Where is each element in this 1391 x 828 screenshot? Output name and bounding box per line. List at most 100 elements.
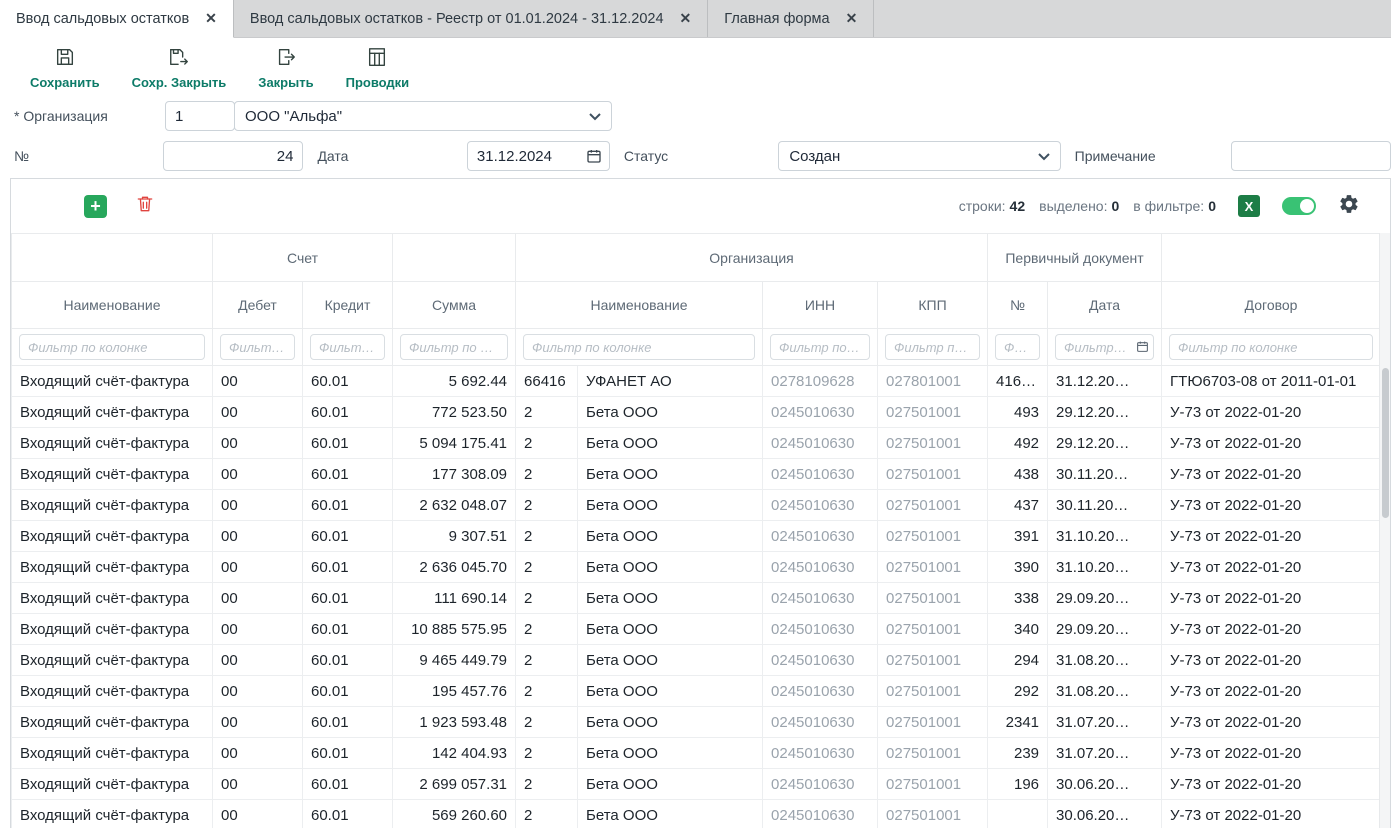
cell-kpp: 027501001	[878, 552, 988, 583]
table-row[interactable]: Входящий счёт-фактура 00 60.01 5 692.44 …	[12, 366, 1380, 397]
tab-close-icon[interactable]: ✕	[846, 10, 858, 27]
plus-icon: +	[90, 197, 101, 215]
cell-credit: 60.01	[303, 738, 393, 769]
calendar-icon[interactable]	[1136, 340, 1149, 358]
cell-inn: 0245010630	[763, 738, 878, 769]
cell-amount: 569 260.60	[393, 800, 516, 828]
cell-doc-number: 438	[988, 459, 1048, 490]
tab-close-icon[interactable]: ✕	[680, 10, 692, 27]
cell-debit: 00	[213, 738, 303, 769]
cell-org-code: 2	[516, 707, 578, 738]
organization-label: * Организация	[0, 108, 165, 124]
close-button[interactable]: Закрыть	[258, 46, 313, 90]
cell-name: Входящий счёт-фактура	[12, 707, 213, 738]
filter-input-credit[interactable]	[310, 334, 385, 360]
cell-name: Входящий счёт-фактура	[12, 366, 213, 397]
selected-count: выделено:0	[1039, 198, 1119, 214]
cell-debit: 00	[213, 490, 303, 521]
cell-credit: 60.01	[303, 459, 393, 490]
table-row[interactable]: Входящий счёт-фактура 00 60.01 2 699 057…	[12, 769, 1380, 800]
number-input[interactable]	[163, 141, 303, 171]
filter-input-name[interactable]	[19, 334, 205, 360]
filter-input-contract[interactable]	[1169, 334, 1373, 360]
cell-amount: 2 636 045.70	[393, 552, 516, 583]
col-doc-number[interactable]: №	[988, 282, 1048, 329]
cell-doc-date: 29.12.20…	[1048, 428, 1162, 459]
cell-credit: 60.01	[303, 707, 393, 738]
table-row[interactable]: Входящий счёт-фактура 00 60.01 177 308.0…	[12, 459, 1380, 490]
cell-kpp: 027501001	[878, 428, 988, 459]
table-row[interactable]: Входящий счёт-фактура 00 60.01 142 404.9…	[12, 738, 1380, 769]
col-amount[interactable]: Сумма	[393, 282, 516, 329]
cell-kpp: 027501001	[878, 459, 988, 490]
col-inn[interactable]: ИНН	[763, 282, 878, 329]
tab-main-form[interactable]: Главная форма ✕	[708, 0, 874, 37]
table-row[interactable]: Входящий счёт-фактура 00 60.01 195 457.7…	[12, 676, 1380, 707]
vertical-scrollbar[interactable]	[1379, 233, 1390, 828]
cell-inn: 0245010630	[763, 800, 878, 828]
cell-inn: 0245010630	[763, 521, 878, 552]
col-credit[interactable]: Кредит	[303, 282, 393, 329]
tab-close-icon[interactable]: ✕	[205, 10, 217, 27]
table-row[interactable]: Входящий счёт-фактура 00 60.01 2 632 048…	[12, 490, 1380, 521]
cell-amount: 2 699 057.31	[393, 769, 516, 800]
cell-kpp: 027501001	[878, 521, 988, 552]
table-row[interactable]: Входящий счёт-фактура 00 60.01 1 923 593…	[12, 707, 1380, 738]
excel-export-button[interactable]: X	[1238, 195, 1260, 217]
cell-amount: 5 094 175.41	[393, 428, 516, 459]
scrollbar-thumb[interactable]	[1382, 368, 1389, 518]
rows-count: строки:42	[959, 198, 1025, 214]
table-row[interactable]: Входящий счёт-фактура 00 60.01 772 523.5…	[12, 397, 1380, 428]
cell-name: Входящий счёт-фактура	[12, 769, 213, 800]
cell-doc-date: 31.08.20…	[1048, 676, 1162, 707]
cell-contract: У-73 от 2022-01-20	[1162, 428, 1379, 459]
note-input[interactable]	[1231, 141, 1391, 171]
col-kpp[interactable]: КПП	[878, 282, 988, 329]
date-label: Дата	[303, 148, 466, 164]
table-row[interactable]: Входящий счёт-фактура 00 60.01 9 465 449…	[12, 645, 1380, 676]
col-contract[interactable]: Договор	[1162, 282, 1379, 329]
table-row[interactable]: Входящий счёт-фактура 00 60.01 2 636 045…	[12, 552, 1380, 583]
cell-name: Входящий счёт-фактура	[12, 614, 213, 645]
filter-input-debit[interactable]	[220, 334, 295, 360]
postings-button[interactable]: Проводки	[346, 46, 410, 90]
organization-code-input[interactable]	[165, 101, 235, 131]
col-debit[interactable]: Дебет	[213, 282, 303, 329]
col-doc-date[interactable]: Дата	[1048, 282, 1162, 329]
settings-button[interactable]	[1338, 193, 1360, 220]
organization-select[interactable]: ООО "Альфа"	[234, 101, 612, 131]
cell-name: Входящий счёт-фактура	[12, 676, 213, 707]
save-close-button[interactable]: Сохр. Закрыть	[132, 46, 227, 90]
calendar-icon[interactable]	[586, 148, 602, 169]
filter-input-inn[interactable]	[770, 334, 870, 360]
grid-stats: строки:42 выделено:0 в фильтре:0	[959, 198, 1216, 214]
filter-input-kpp[interactable]	[885, 334, 980, 360]
filter-input-amount[interactable]	[400, 334, 508, 360]
cell-doc-date: 31.08.20…	[1048, 645, 1162, 676]
cell-org-name: Бета ООО	[578, 397, 763, 428]
cell-doc-date: 29.09.20…	[1048, 614, 1162, 645]
tab-balance-entry[interactable]: Ввод сальдовых остатков ✕	[0, 0, 234, 38]
col-org-name[interactable]: Наименование	[516, 282, 763, 329]
delete-row-button[interactable]	[135, 194, 155, 219]
table-row[interactable]: Входящий счёт-фактура 00 60.01 569 260.6…	[12, 800, 1380, 828]
filter-input-doc-number[interactable]	[995, 334, 1040, 360]
exit-icon	[275, 46, 297, 71]
cell-inn: 0245010630	[763, 769, 878, 800]
cell-contract: У-73 от 2022-01-20	[1162, 769, 1379, 800]
cell-org-code: 2	[516, 583, 578, 614]
cell-credit: 60.01	[303, 800, 393, 828]
save-button[interactable]: Сохранить	[30, 46, 100, 90]
col-name[interactable]: Наименование	[12, 282, 213, 329]
table-row[interactable]: Входящий счёт-фактура 00 60.01 9 307.51 …	[12, 521, 1380, 552]
add-row-button[interactable]: +	[84, 195, 107, 218]
filtered-count: в фильтре:0	[1133, 198, 1216, 214]
table-toggle-switch[interactable]	[1282, 197, 1316, 215]
status-select[interactable]: Создан	[778, 141, 1060, 171]
table-row[interactable]: Входящий счёт-фактура 00 60.01 111 690.1…	[12, 583, 1380, 614]
filter-input-org-name[interactable]	[523, 334, 755, 360]
table-row[interactable]: Входящий счёт-фактура 00 60.01 10 885 57…	[12, 614, 1380, 645]
tab-balance-register[interactable]: Ввод сальдовых остатков - Реестр от 01.0…	[234, 0, 708, 37]
cell-kpp: 027501001	[878, 645, 988, 676]
table-row[interactable]: Входящий счёт-фактура 00 60.01 5 094 175…	[12, 428, 1380, 459]
